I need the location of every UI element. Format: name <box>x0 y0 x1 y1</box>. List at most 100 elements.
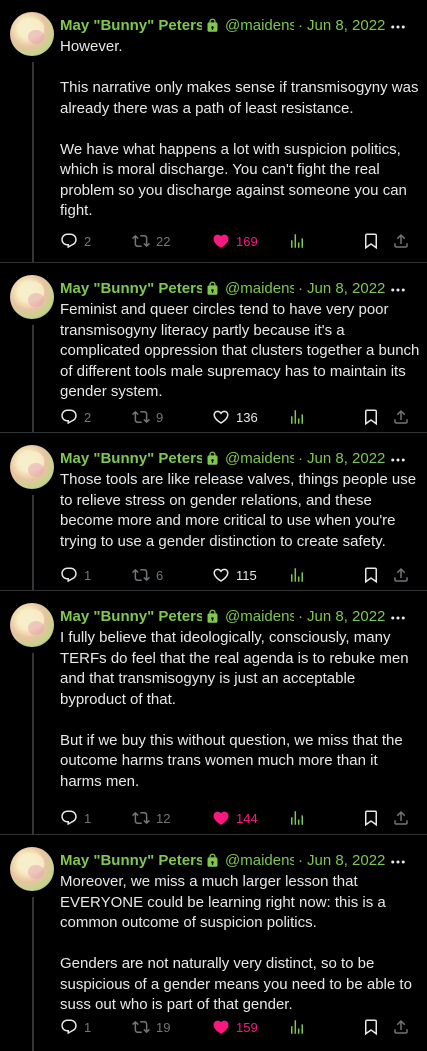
reply-count: 2 <box>84 409 92 425</box>
more-options-icon[interactable] <box>389 451 407 469</box>
retweet-button[interactable]: 12 <box>132 807 170 829</box>
views-button[interactable] <box>288 230 306 252</box>
lock-icon <box>205 609 220 624</box>
author-handle[interactable]: @maidens <box>225 280 294 297</box>
views-button[interactable] <box>288 1016 306 1038</box>
more-options-icon[interactable] <box>389 609 407 627</box>
more-options-icon[interactable] <box>389 18 407 36</box>
share-button[interactable] <box>392 230 410 252</box>
retweet-count: 19 <box>156 1019 171 1035</box>
like-button[interactable]: 136 <box>212 406 258 428</box>
author-name[interactable]: May "Bunny" Peters <box>60 852 202 869</box>
lock-icon <box>205 281 220 296</box>
tweet-text-paragraph: However. <box>60 38 123 55</box>
bar-chart-icon <box>288 232 306 250</box>
timeline: May "Bunny" Peters @maidens · Jun 8, 202… <box>0 0 427 1051</box>
retweet-button[interactable]: 19 <box>132 1016 170 1038</box>
lock-icon <box>205 18 220 33</box>
tweet[interactable]: May "Bunny" Peters @maidens · Jun 8, 202… <box>0 263 427 433</box>
like-button[interactable]: 169 <box>212 230 258 252</box>
tweet[interactable]: May "Bunny" Peters @maidens · Jun 8, 202… <box>0 433 427 591</box>
tweet-text-paragraph: Feminist and queer circles tend to have … <box>60 301 420 400</box>
views-button[interactable] <box>288 807 306 829</box>
retweet-count: 9 <box>156 409 164 425</box>
tweet-text-paragraph: This narrative only makes sense if trans… <box>60 79 419 117</box>
reply-count: 1 <box>84 1019 92 1035</box>
author-handle[interactable]: @maidens <box>225 17 294 34</box>
reply-icon <box>60 809 78 827</box>
heart-icon <box>212 408 230 426</box>
tweet-text-paragraph: But if we buy this without question, we … <box>60 731 403 790</box>
tweet-header: May "Bunny" Peters @maidens · Jun 8, 202… <box>60 605 417 627</box>
reply-icon <box>60 408 78 426</box>
tweet-body: However. This narrative only makes sense … <box>60 37 421 222</box>
retweet-button[interactable]: 22 <box>132 230 170 252</box>
reply-button[interactable]: 2 <box>60 406 91 428</box>
like-button[interactable]: 115 <box>212 564 257 586</box>
retweet-icon <box>132 408 150 426</box>
bookmark-icon <box>362 1018 380 1036</box>
tweet-header: May "Bunny" Peters @maidens · Jun 8, 202… <box>60 277 417 299</box>
bookmark-button[interactable] <box>362 1016 380 1038</box>
bookmark-button[interactable] <box>362 230 380 252</box>
avatar[interactable] <box>10 12 54 56</box>
share-icon <box>392 1018 410 1036</box>
tweet-date[interactable]: Jun 8, 2022 <box>307 608 385 625</box>
tweet-header: May "Bunny" Peters @maidens · Jun 8, 202… <box>60 14 417 36</box>
bookmark-button[interactable] <box>362 807 380 829</box>
reply-button[interactable]: 1 <box>60 564 91 586</box>
tweet-date[interactable]: Jun 8, 2022 <box>307 280 385 297</box>
thread-line <box>32 495 34 590</box>
bookmark-button[interactable] <box>362 564 380 586</box>
avatar[interactable] <box>10 603 54 647</box>
author-handle[interactable]: @maidens <box>225 852 294 869</box>
bookmark-button[interactable] <box>362 406 380 428</box>
author-name[interactable]: May "Bunny" Peters <box>60 450 202 467</box>
share-button[interactable] <box>392 406 410 428</box>
reply-icon <box>60 1018 78 1036</box>
separator-dot: · <box>298 851 303 869</box>
author-handle[interactable]: @maidens <box>225 450 294 467</box>
tweet[interactable]: May "Bunny" Peters @maidens · Jun 8, 202… <box>0 835 427 1051</box>
reply-button[interactable]: 1 <box>60 807 91 829</box>
share-button[interactable] <box>392 1016 410 1038</box>
heart-icon <box>212 1018 230 1036</box>
tweet-text-paragraph: We have what happens a lot with suspicio… <box>60 140 407 220</box>
author-name[interactable]: May "Bunny" Peters <box>60 17 202 34</box>
avatar[interactable] <box>10 275 54 319</box>
bar-chart-icon <box>288 809 306 827</box>
tweet-date[interactable]: Jun 8, 2022 <box>307 17 385 34</box>
retweet-button[interactable]: 9 <box>132 406 163 428</box>
retweet-icon <box>132 232 150 250</box>
bar-chart-icon <box>288 1018 306 1036</box>
tweet[interactable]: May "Bunny" Peters @maidens · Jun 8, 202… <box>0 591 427 835</box>
tweet-actions: 1 19 159 <box>60 1016 417 1038</box>
avatar[interactable] <box>10 445 54 489</box>
share-button[interactable] <box>392 807 410 829</box>
tweet-header: May "Bunny" Peters @maidens · Jun 8, 202… <box>60 447 417 469</box>
reply-button[interactable]: 2 <box>60 230 91 252</box>
like-button[interactable]: 144 <box>212 807 258 829</box>
views-button[interactable] <box>288 564 306 586</box>
more-options-icon[interactable] <box>389 281 407 299</box>
like-count: 115 <box>236 567 257 583</box>
share-button[interactable] <box>392 564 410 586</box>
tweet-body: Those tools are like release valves, thi… <box>60 470 421 552</box>
tweet-header: May "Bunny" Peters @maidens · Jun 8, 202… <box>60 849 417 871</box>
like-button[interactable]: 159 <box>212 1016 258 1038</box>
author-name[interactable]: May "Bunny" Peters <box>60 280 202 297</box>
heart-icon <box>212 809 230 827</box>
separator-dot: · <box>298 16 303 34</box>
retweet-count: 22 <box>156 233 171 249</box>
retweet-button[interactable]: 6 <box>132 564 163 586</box>
author-handle[interactable]: @maidens <box>225 608 294 625</box>
avatar[interactable] <box>10 847 54 891</box>
views-button[interactable] <box>288 406 306 428</box>
author-name[interactable]: May "Bunny" Peters <box>60 608 202 625</box>
tweet[interactable]: May "Bunny" Peters @maidens · Jun 8, 202… <box>0 0 427 263</box>
tweet-date[interactable]: Jun 8, 2022 <box>307 450 385 467</box>
reply-button[interactable]: 1 <box>60 1016 91 1038</box>
tweet-date[interactable]: Jun 8, 2022 <box>307 852 385 869</box>
retweet-icon <box>132 809 150 827</box>
more-options-icon[interactable] <box>389 853 407 871</box>
